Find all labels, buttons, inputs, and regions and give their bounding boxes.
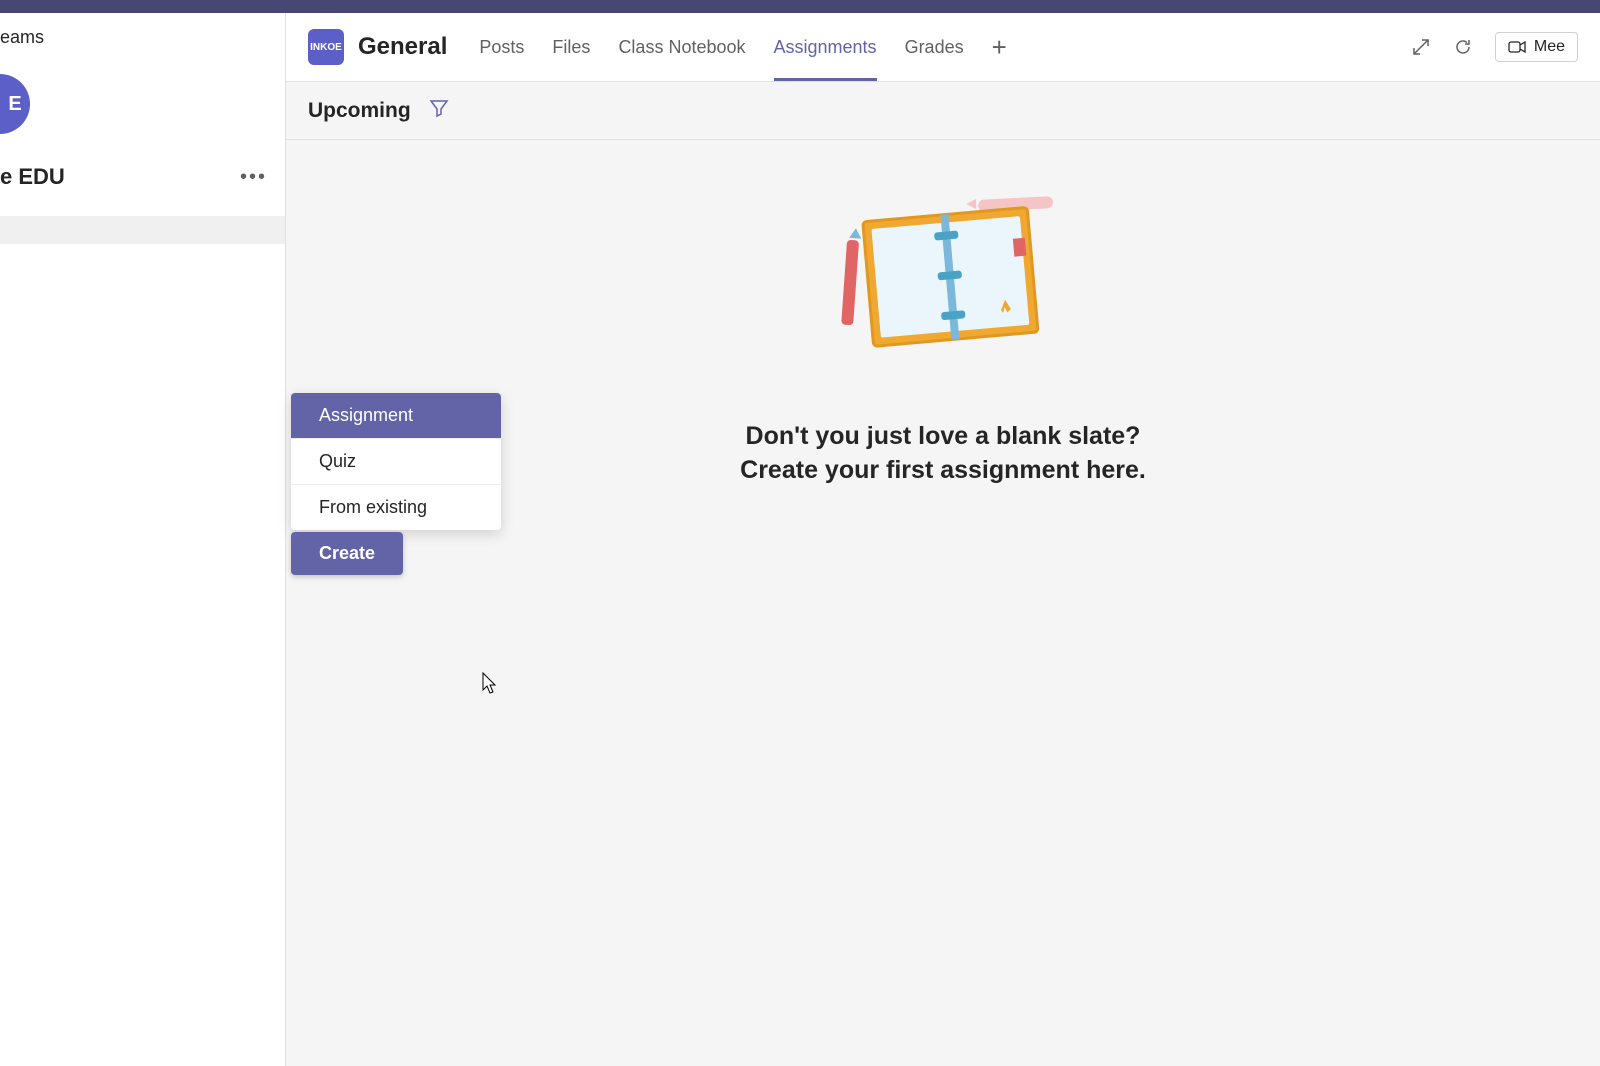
header-actions: Mee (1411, 32, 1578, 62)
create-menu-list: Assignment Quiz From existing (291, 393, 501, 530)
video-icon (1508, 40, 1526, 54)
sidebar: eams E e EDU ••• (0, 13, 286, 1066)
channel-icon: INKOE (308, 29, 344, 65)
filter-icon[interactable] (429, 98, 449, 123)
menu-item-assignment[interactable]: Assignment (291, 393, 501, 439)
tab-class-notebook[interactable]: Class Notebook (604, 13, 759, 81)
upcoming-label: Upcoming (308, 99, 411, 123)
cursor-icon (477, 671, 497, 702)
team-avatar[interactable]: E (0, 74, 30, 134)
channel-selected-bar[interactable] (0, 216, 285, 244)
menu-item-quiz[interactable]: Quiz (291, 439, 501, 485)
more-icon[interactable]: ••• (240, 166, 267, 189)
main-area: INKOE General Posts Files Class Notebook… (286, 13, 1600, 1066)
menu-item-from-existing[interactable]: From existing (291, 485, 501, 530)
channel-name: General (358, 33, 447, 61)
empty-text-line2: Create your first assignment here. (740, 454, 1146, 488)
tab-bar: Posts Files Class Notebook Assignments G… (465, 13, 1020, 81)
tab-posts[interactable]: Posts (465, 13, 538, 81)
tab-files[interactable]: Files (538, 13, 604, 81)
create-button[interactable]: Create (291, 532, 403, 575)
tab-grades[interactable]: Grades (891, 13, 978, 81)
add-tab-icon[interactable]: + (978, 32, 1021, 63)
top-bar (0, 0, 1600, 13)
team-name: e EDU (0, 164, 65, 190)
assignments-subheader: Upcoming (286, 82, 1600, 140)
empty-state: Don't you just love a blank slate? Creat… (740, 190, 1146, 488)
app-layout: eams E e EDU ••• INKOE General Posts Fil… (0, 13, 1600, 1066)
teams-heading: eams (0, 13, 285, 62)
team-avatar-letter: E (8, 93, 21, 116)
meet-button[interactable]: Mee (1495, 32, 1578, 62)
refresh-icon[interactable] (1453, 37, 1473, 57)
expand-icon[interactable] (1411, 37, 1431, 57)
tab-assignments[interactable]: Assignments (760, 13, 891, 81)
team-row[interactable]: e EDU ••• (0, 134, 285, 204)
create-menu: Assignment Quiz From existing Create (291, 393, 501, 575)
content-area: Don't you just love a blank slate? Creat… (286, 140, 1600, 1066)
channel-header: INKOE General Posts Files Class Notebook… (286, 13, 1600, 82)
meet-label: Mee (1534, 38, 1565, 56)
empty-illustration (828, 190, 1058, 360)
channel-icon-text: INKOE (310, 42, 342, 53)
empty-text-line1: Don't you just love a blank slate? (740, 420, 1146, 454)
